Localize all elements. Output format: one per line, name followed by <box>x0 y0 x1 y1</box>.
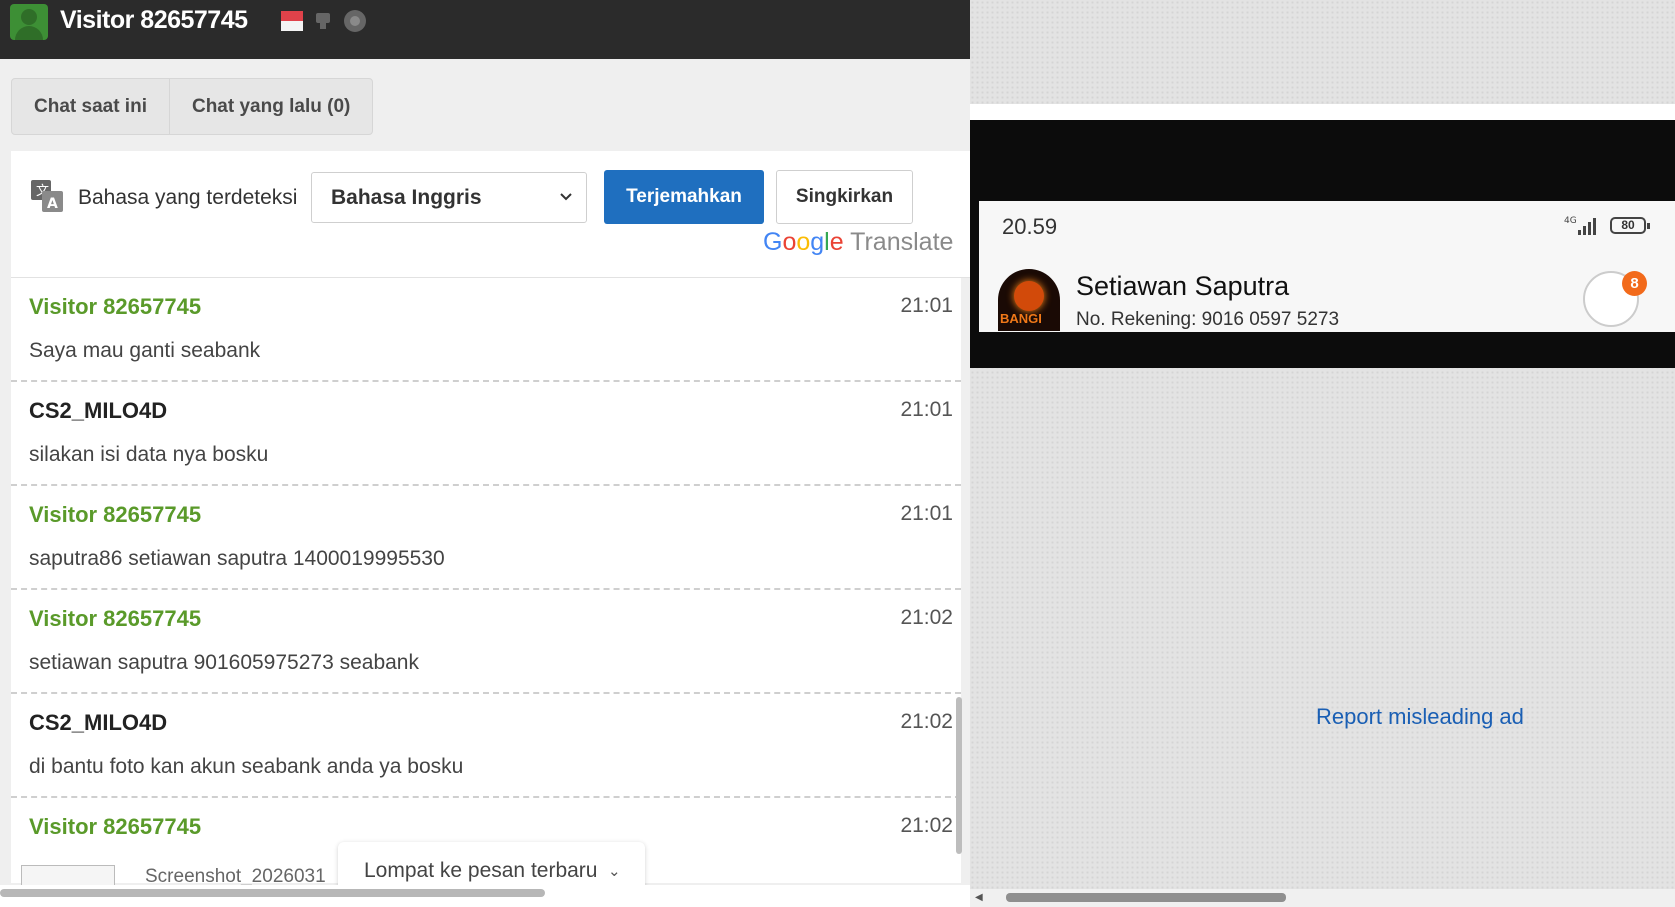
account-number: No. Rekening: 9016 0597 5273 <box>1076 309 1340 330</box>
ad-panel: 20.59 4G 80 Setiawan Saputra No. Rekenin… <box>970 0 1675 907</box>
message-time: 21:02 <box>900 710 953 733</box>
message-sender: Visitor 82657745 <box>29 606 202 631</box>
report-misleading-ad-link[interactable]: Report misleading ad <box>1316 704 1524 730</box>
signal-icon: 4G <box>1564 216 1596 235</box>
translate-logo-word: Translate <box>850 228 954 256</box>
horizontal-scrollbar[interactable] <box>0 889 545 897</box>
jump-to-latest-label: Lompat ke pesan terbaru <box>364 859 598 882</box>
contact-avatar <box>998 269 1060 331</box>
chat-console: Visitor 82657745 Chat saat ini Chat yang… <box>0 0 970 907</box>
message-item: CS2_MILO4D 21:02 di bantu foto kan akun … <box>11 694 961 798</box>
message-item: Visitor 82657745 21:01 saputra86 setiawa… <box>11 486 961 590</box>
vertical-scrollbar[interactable] <box>956 697 962 854</box>
message-text: setiawan saputra 901605975273 seabank <box>29 651 419 674</box>
browser-icon <box>344 10 366 32</box>
message-text: Saya mau ganti seabank <box>29 339 261 362</box>
language-select-value: Bahasa Inggris <box>331 186 482 209</box>
phone-time: 20.59 <box>1002 214 1058 239</box>
message-time: 21:02 <box>900 814 953 837</box>
message-time: 21:01 <box>900 398 953 421</box>
contact-name: Setiawan Saputra <box>1076 271 1290 301</box>
message-time: 21:02 <box>900 606 953 629</box>
message-sender: Visitor 82657745 <box>29 814 202 839</box>
chat-tabs: Chat saat ini Chat yang lalu (0) <box>11 78 374 135</box>
google-translate-logo: Google Translate <box>763 228 954 256</box>
message-text: silakan isi data nya bosku <box>29 443 269 466</box>
message-sender: CS2_MILO4D <box>29 710 168 735</box>
tab-past-chats[interactable]: Chat yang lalu (0) <box>170 79 372 134</box>
message-sender: Visitor 82657745 <box>29 294 202 319</box>
chevron-down-icon <box>560 193 572 201</box>
horizontal-scrollbar[interactable] <box>1006 893 1286 902</box>
dismiss-button[interactable]: Singkirkan <box>776 170 913 224</box>
message-list[interactable]: Visitor 82657745 21:01 Saya mau ganti se… <box>11 278 961 883</box>
tab-current-chat[interactable]: Chat saat ini <box>12 79 170 134</box>
attachment-thumbnail[interactable] <box>21 865 115 886</box>
message-item: Visitor 82657745 21:01 Saya mau ganti se… <box>11 278 961 382</box>
language-select[interactable]: Bahasa Inggris <box>311 172 587 223</box>
visitor-title: Visitor 82657745 <box>60 6 248 34</box>
message-sender: Visitor 82657745 <box>29 502 202 527</box>
network-type: 4G <box>1564 216 1577 226</box>
message-sender: CS2_MILO4D <box>29 398 168 423</box>
chevron-down-icon: ⌄ <box>608 863 621 880</box>
indonesia-flag-icon <box>281 11 303 31</box>
translate-icon: 文 A <box>31 180 63 212</box>
phone-screenshot: 20.59 4G 80 Setiawan Saputra No. Rekenin… <box>979 201 1675 332</box>
message-text: di bantu foto kan akun seabank anda ya b… <box>29 755 464 778</box>
battery-level: 80 <box>1621 218 1635 232</box>
translate-button[interactable]: Terjemahkan <box>604 170 764 224</box>
device-icon <box>314 11 332 29</box>
scroll-left-arrow-icon[interactable]: ◀ <box>975 892 983 903</box>
message-item: CS2_MILO4D 21:01 silakan isi data nya bo… <box>11 382 961 486</box>
svg-text:A: A <box>47 196 58 212</box>
message-item: Visitor 82657745 21:02 setiawan saputra … <box>11 590 961 694</box>
translate-bar: 文 A Bahasa yang terdeteksi Bahasa Inggri… <box>11 151 970 278</box>
message-time: 21:01 <box>900 294 953 317</box>
battery-icon: 80 <box>1610 217 1650 234</box>
avatar-icon <box>10 4 48 40</box>
detected-language-label: Bahasa yang terdeteksi <box>78 186 298 209</box>
title-bar: Visitor 82657745 <box>0 0 970 59</box>
message-text: saputra86 setiawan saputra 1400019995530 <box>29 547 445 570</box>
message-time: 21:01 <box>900 502 953 525</box>
ad-divider <box>970 104 1675 120</box>
notification-badge: 8 <box>1622 271 1647 296</box>
